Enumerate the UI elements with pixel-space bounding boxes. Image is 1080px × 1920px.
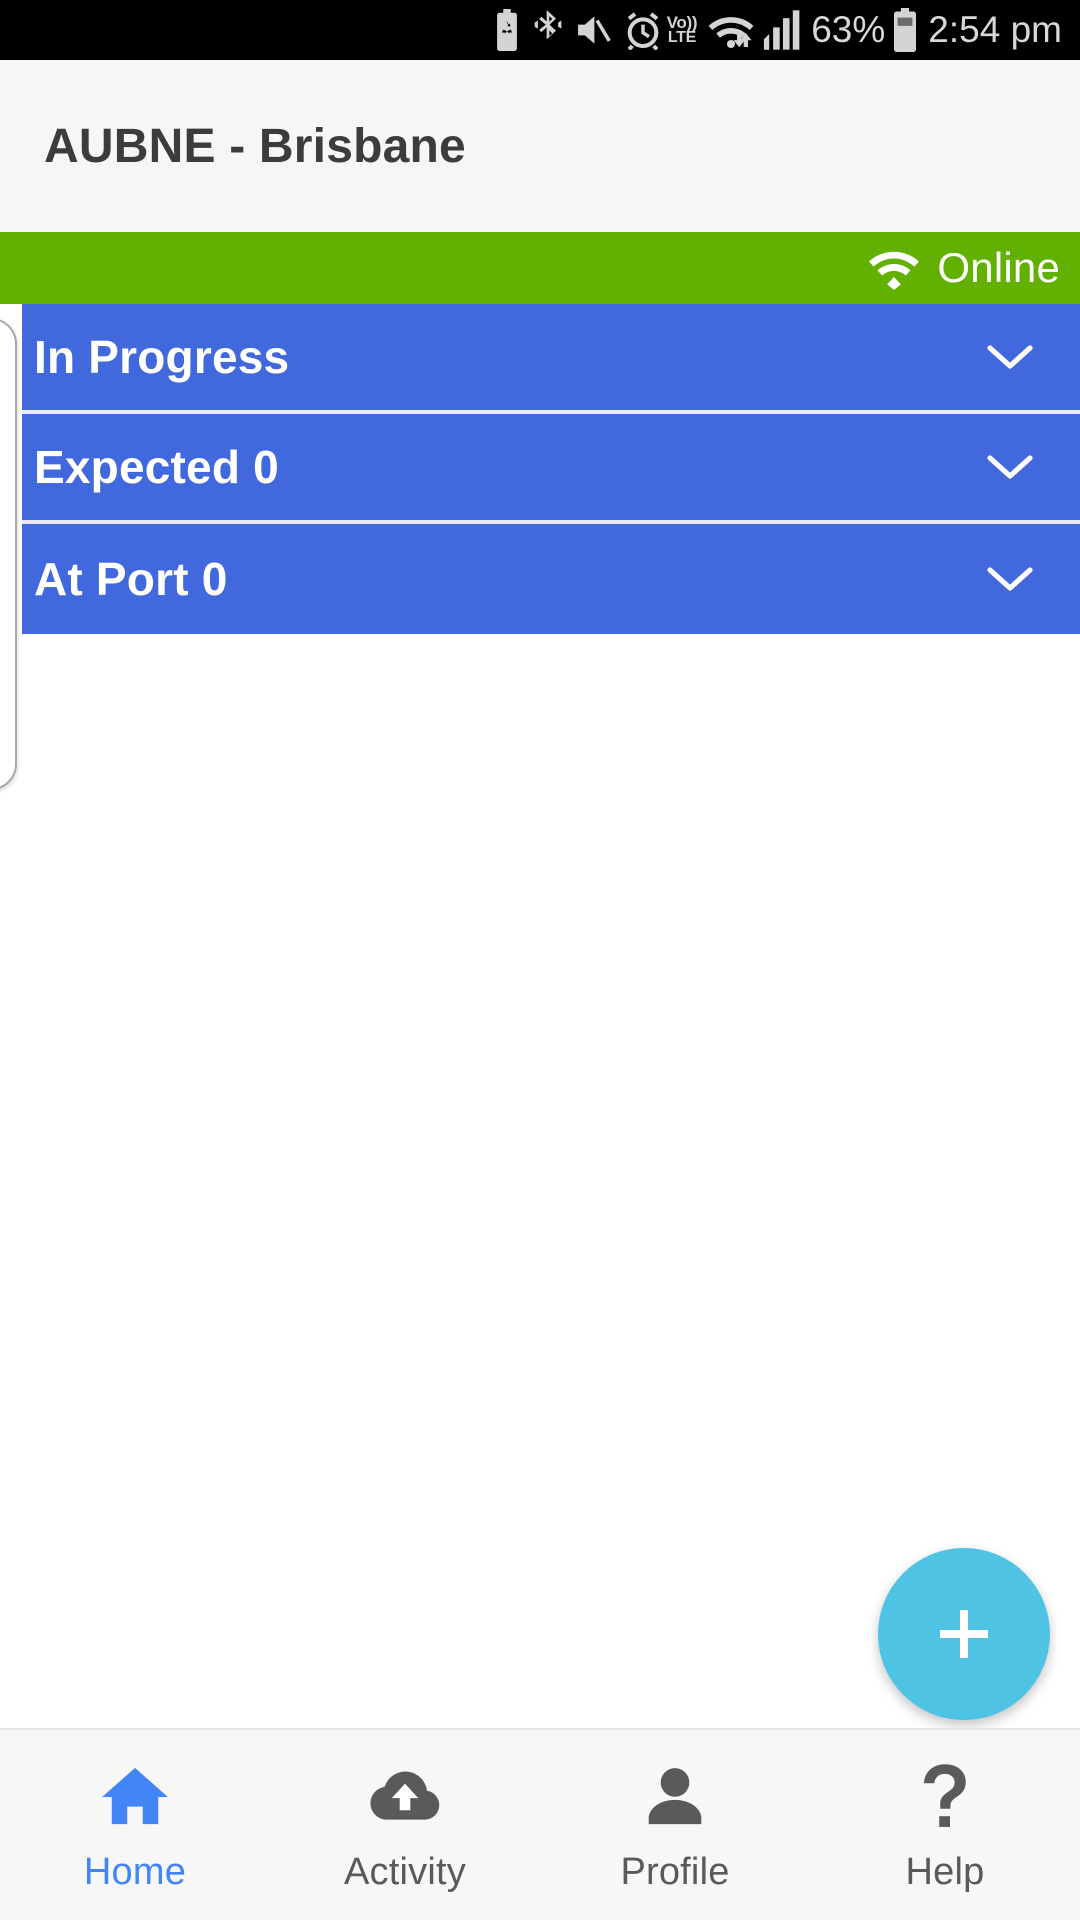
- accordion-row-at-port[interactable]: At Port 0: [22, 524, 1080, 634]
- question-mark-icon: [920, 1763, 970, 1829]
- nav-item-profile[interactable]: Profile: [540, 1730, 810, 1920]
- wifi-icon: [865, 246, 923, 290]
- nav-item-help[interactable]: Help: [810, 1730, 1080, 1920]
- accordion-row-in-progress[interactable]: In Progress: [22, 304, 1080, 414]
- connection-status-banner: Online: [0, 232, 1080, 304]
- battery-percent-label: 63%: [811, 9, 886, 50]
- status-bar: Vo)) LTE 63% 2:54 pm: [0, 0, 1080, 60]
- add-button[interactable]: [878, 1548, 1050, 1720]
- chevron-down-icon[interactable]: [962, 452, 1058, 482]
- nav-label: Profile: [620, 1850, 730, 1893]
- home-icon: [102, 1763, 168, 1829]
- battery-saver-icon: [492, 9, 522, 51]
- mute-icon: [574, 9, 612, 51]
- chevron-down-icon[interactable]: [962, 342, 1058, 372]
- chevron-down-icon[interactable]: [962, 564, 1058, 594]
- battery-icon: [891, 8, 919, 52]
- online-status-label: Online: [937, 244, 1060, 291]
- nav-label: Help: [905, 1850, 985, 1893]
- accordion-label: At Port 0: [34, 553, 228, 605]
- nav-label: Activity: [344, 1850, 466, 1893]
- nav-item-activity[interactable]: Activity: [270, 1730, 540, 1920]
- nav-item-home[interactable]: Home: [0, 1730, 270, 1920]
- bluetooth-icon: [534, 9, 562, 51]
- page-title: AUBNE - Brisbane: [44, 119, 466, 173]
- wifi-transfer-icon: [704, 9, 758, 51]
- nav-label: Home: [83, 1850, 187, 1893]
- cloud-upload-icon: [369, 1763, 441, 1829]
- accordion-label: In Progress: [34, 331, 290, 383]
- volte-icon: Vo)) LTE: [666, 13, 698, 46]
- clock-label: 2:54 pm: [928, 9, 1062, 50]
- side-card-edge: [0, 318, 17, 790]
- person-icon: [644, 1763, 706, 1829]
- accordion-row-expected[interactable]: Expected 0: [22, 414, 1080, 524]
- plus-icon: [932, 1602, 996, 1666]
- accordion-label: Expected 0: [34, 441, 279, 493]
- cellular-signal-icon: [760, 9, 802, 51]
- shipment-status-accordion: In Progress Expected 0 At Port 0: [22, 304, 1080, 634]
- phone-screen: Vo)) LTE 63% 2:54 pm AUBNE - Brisbane On…: [0, 0, 1080, 1920]
- alarm-icon: [624, 9, 662, 51]
- bottom-navigation-bar: Home Activity Profile Help: [0, 1728, 1080, 1920]
- app-bar: AUBNE - Brisbane: [0, 60, 1080, 232]
